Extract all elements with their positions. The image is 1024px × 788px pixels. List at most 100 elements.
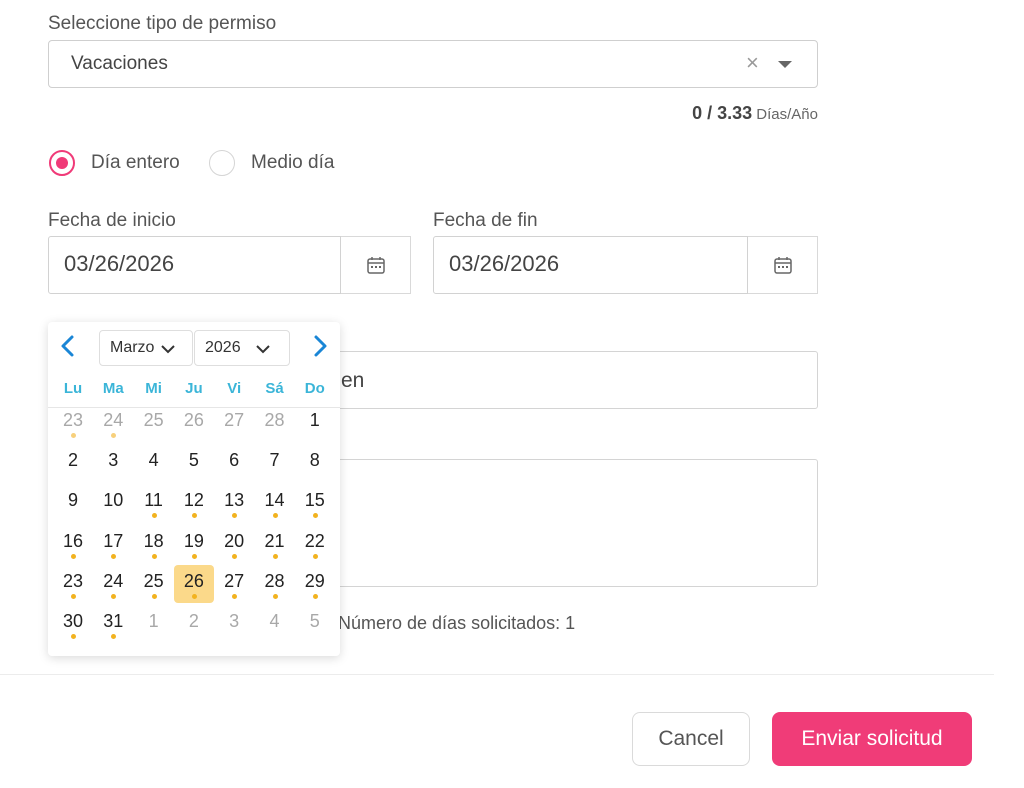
calendar-day[interactable]: 25 [134,565,174,603]
end-date-calendar-button[interactable] [748,236,818,294]
calendar-day-number: 27 [224,570,245,591]
submit-request-button[interactable]: Enviar solicitud [772,712,972,766]
calendar-day[interactable]: 28 [255,404,295,442]
event-dot [312,553,318,559]
calendar-day-number: 3 [229,611,240,631]
calendar-day[interactable]: 24 [93,565,133,603]
calendar-day-number: 17 [103,530,124,551]
partial-input-field[interactable]: en [290,351,818,409]
event-dot [272,553,278,559]
calendar-day[interactable]: 21 [255,525,295,563]
calendar-day[interactable]: 7 [255,444,295,482]
date-picker-popup: Marzo 2026 Lu Ma Mi Ju Vi Sá Do 23 24 25 26 27 28 1 2… [48,322,340,656]
leave-type-label: Seleccione tipo de permiso [48,13,277,34]
calendar-day[interactable]: 23 [53,565,93,603]
calendar-day[interactable]: 14 [255,484,295,522]
calendar-day-number: 26 [183,410,204,430]
calendar-day-number: 13 [224,490,245,511]
calendar-day[interactable]: 29 [295,565,335,603]
calendar-day[interactable]: 8 [295,444,335,482]
calendar-day[interactable]: 5 [295,605,335,643]
half-day-label[interactable]: Medio día [251,152,334,174]
calendar-day-number: 1 [148,611,159,631]
clear-icon[interactable]: × [746,50,759,76]
cancel-button[interactable]: Cancel [632,712,750,766]
calendar-day[interactable]: 1 [134,605,174,643]
calendar-day[interactable]: 10 [93,484,133,522]
calendar-day[interactable]: 6 [214,444,254,482]
calendar-day-number: 25 [143,570,164,591]
calendar-day[interactable]: 4 [255,605,295,643]
calendar-day[interactable]: 25 [134,404,174,442]
calendar-day-number: 18 [143,530,164,551]
calendar-day[interactable]: 16 [53,525,93,563]
calendar-day[interactable]: 30 [53,605,93,643]
calendar-day[interactable]: 1 [295,404,335,442]
event-dot [232,513,238,519]
leave-type-value: Vacaciones [71,53,168,74]
calendar-day[interactable]: 12 [174,484,214,522]
calendar-day-selected[interactable]: 26 [173,564,214,603]
full-day-radio[interactable] [49,150,75,176]
leave-balance: 0 / 3.33 Días/Año [560,103,818,124]
start-date-input[interactable]: 03/26/2026 [48,236,341,294]
calendar-day[interactable]: 18 [134,525,174,563]
calendar-day[interactable]: 27 [214,565,254,603]
caret-down-icon[interactable] [778,61,792,68]
weekday-label: Ma [102,380,124,397]
weekday-label: Do [304,380,325,397]
calendar-day-number: 2 [188,611,199,631]
event-dot [151,513,157,519]
calendar-day[interactable]: 26 [174,404,214,442]
calendar-day[interactable]: 4 [134,444,174,482]
weekday-label: Mi [145,380,162,397]
calendar-day-number: 8 [309,450,320,471]
calendar-day[interactable]: 15 [295,484,335,522]
calendar-day-number: 26 [183,570,204,591]
start-date-calendar-button[interactable] [341,236,411,294]
calendar-day[interactable]: 17 [93,525,133,563]
calendar-day[interactable]: 2 [174,605,214,643]
comment-textarea[interactable] [290,459,818,587]
calendar-day[interactable]: 19 [174,525,214,563]
calendar-day[interactable]: 28 [255,565,295,603]
calendar-day-number: 16 [62,530,84,551]
calendar-day[interactable]: 24 [93,404,133,442]
calendar-day-number: 30 [62,611,84,631]
calendar-icon [773,257,792,274]
weekday-label: Vi [227,380,242,397]
event-dot [272,513,278,519]
event-dot [111,553,117,559]
year-select[interactable]: 2026 [194,330,290,366]
event-dot [151,593,157,599]
calendar-day-number: 28 [264,570,285,591]
balance-unit: Días/Año [756,106,818,123]
calendar-day[interactable]: 5 [174,444,214,482]
month-value: Marzo [110,339,155,356]
event-dot [232,593,238,599]
calendar-day[interactable]: 2 [53,444,93,482]
calendar-day-number: 15 [304,490,325,511]
calendar-day-number: 24 [103,410,124,430]
calendar-day[interactable]: 27 [214,404,254,442]
calendar-day[interactable]: 23 [53,404,93,442]
partial-input-text: en [341,369,365,392]
calendar-day[interactable]: 13 [214,484,254,522]
start-date-label: Fecha de inicio [48,210,176,231]
calendar-day-number: 25 [143,410,164,430]
calendar-day[interactable]: 11 [134,484,174,522]
calendar-day[interactable]: 22 [295,525,335,563]
chevron-right-icon[interactable] [307,334,331,358]
end-date-input[interactable]: 03/26/2026 [433,236,748,294]
full-day-label[interactable]: Día entero [91,152,180,174]
calendar-day[interactable]: 20 [214,525,254,563]
half-day-radio[interactable] [209,150,235,176]
calendar-day[interactable]: 3 [93,444,133,482]
month-select[interactable]: Marzo [99,330,193,366]
calendar-day[interactable]: 3 [214,605,254,643]
calendar-day[interactable]: 9 [53,484,93,522]
calendar-day-number: 24 [103,570,124,591]
calendar-day[interactable]: 31 [93,605,133,643]
chevron-left-icon[interactable] [57,334,81,358]
leave-type-select[interactable]: Vacaciones × [48,40,818,88]
